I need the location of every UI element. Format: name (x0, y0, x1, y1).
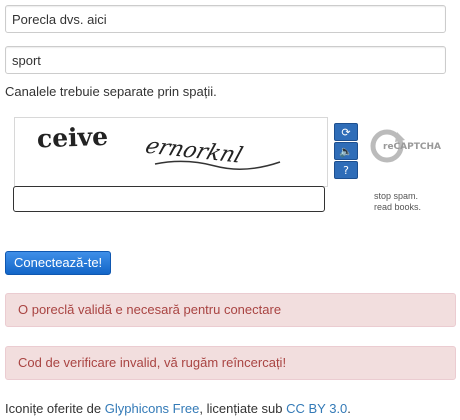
refresh-icon: ⟳ (341, 125, 351, 139)
error-alert-nickname: O poreclă validă e necesară pentru conec… (5, 293, 456, 327)
nickname-input[interactable] (5, 5, 446, 33)
refresh-captcha-button[interactable]: ⟳ (334, 123, 358, 141)
captcha-response-input[interactable] (13, 186, 325, 212)
audio-captcha-button[interactable]: 🔈 (334, 142, 358, 160)
help-icon: ? (343, 163, 349, 177)
license-link[interactable]: CC BY 3.0 (286, 401, 347, 416)
error-alert-captcha: Cod de verificare invalid, vă rugăm reîn… (5, 346, 456, 380)
captcha-image: ceive ernorknl (14, 117, 328, 187)
captcha-word-1: ceive (36, 122, 108, 153)
connect-button[interactable]: Conectează-te! (5, 251, 112, 275)
recaptcha-logo-text: reCAPTCHA (383, 142, 441, 152)
footer-credits: Iconițe oferite de Glyphicons Free, lice… (5, 401, 351, 416)
help-captcha-button[interactable]: ? (334, 161, 358, 179)
recaptcha-tagline: stop spam. read books. (374, 191, 422, 212)
recaptcha-widget: ceive ernorknl ⟳ 🔈 ? reCAPTCHA stop spam… (5, 111, 456, 221)
glyphicons-link[interactable]: Glyphicons Free (105, 401, 200, 416)
recaptcha-logo: reCAPTCHA (369, 126, 447, 166)
channels-help-text: Canalele trebuie separate prin spații. (5, 84, 217, 99)
channels-input[interactable] (5, 46, 446, 74)
audio-icon: 🔈 (339, 144, 353, 158)
